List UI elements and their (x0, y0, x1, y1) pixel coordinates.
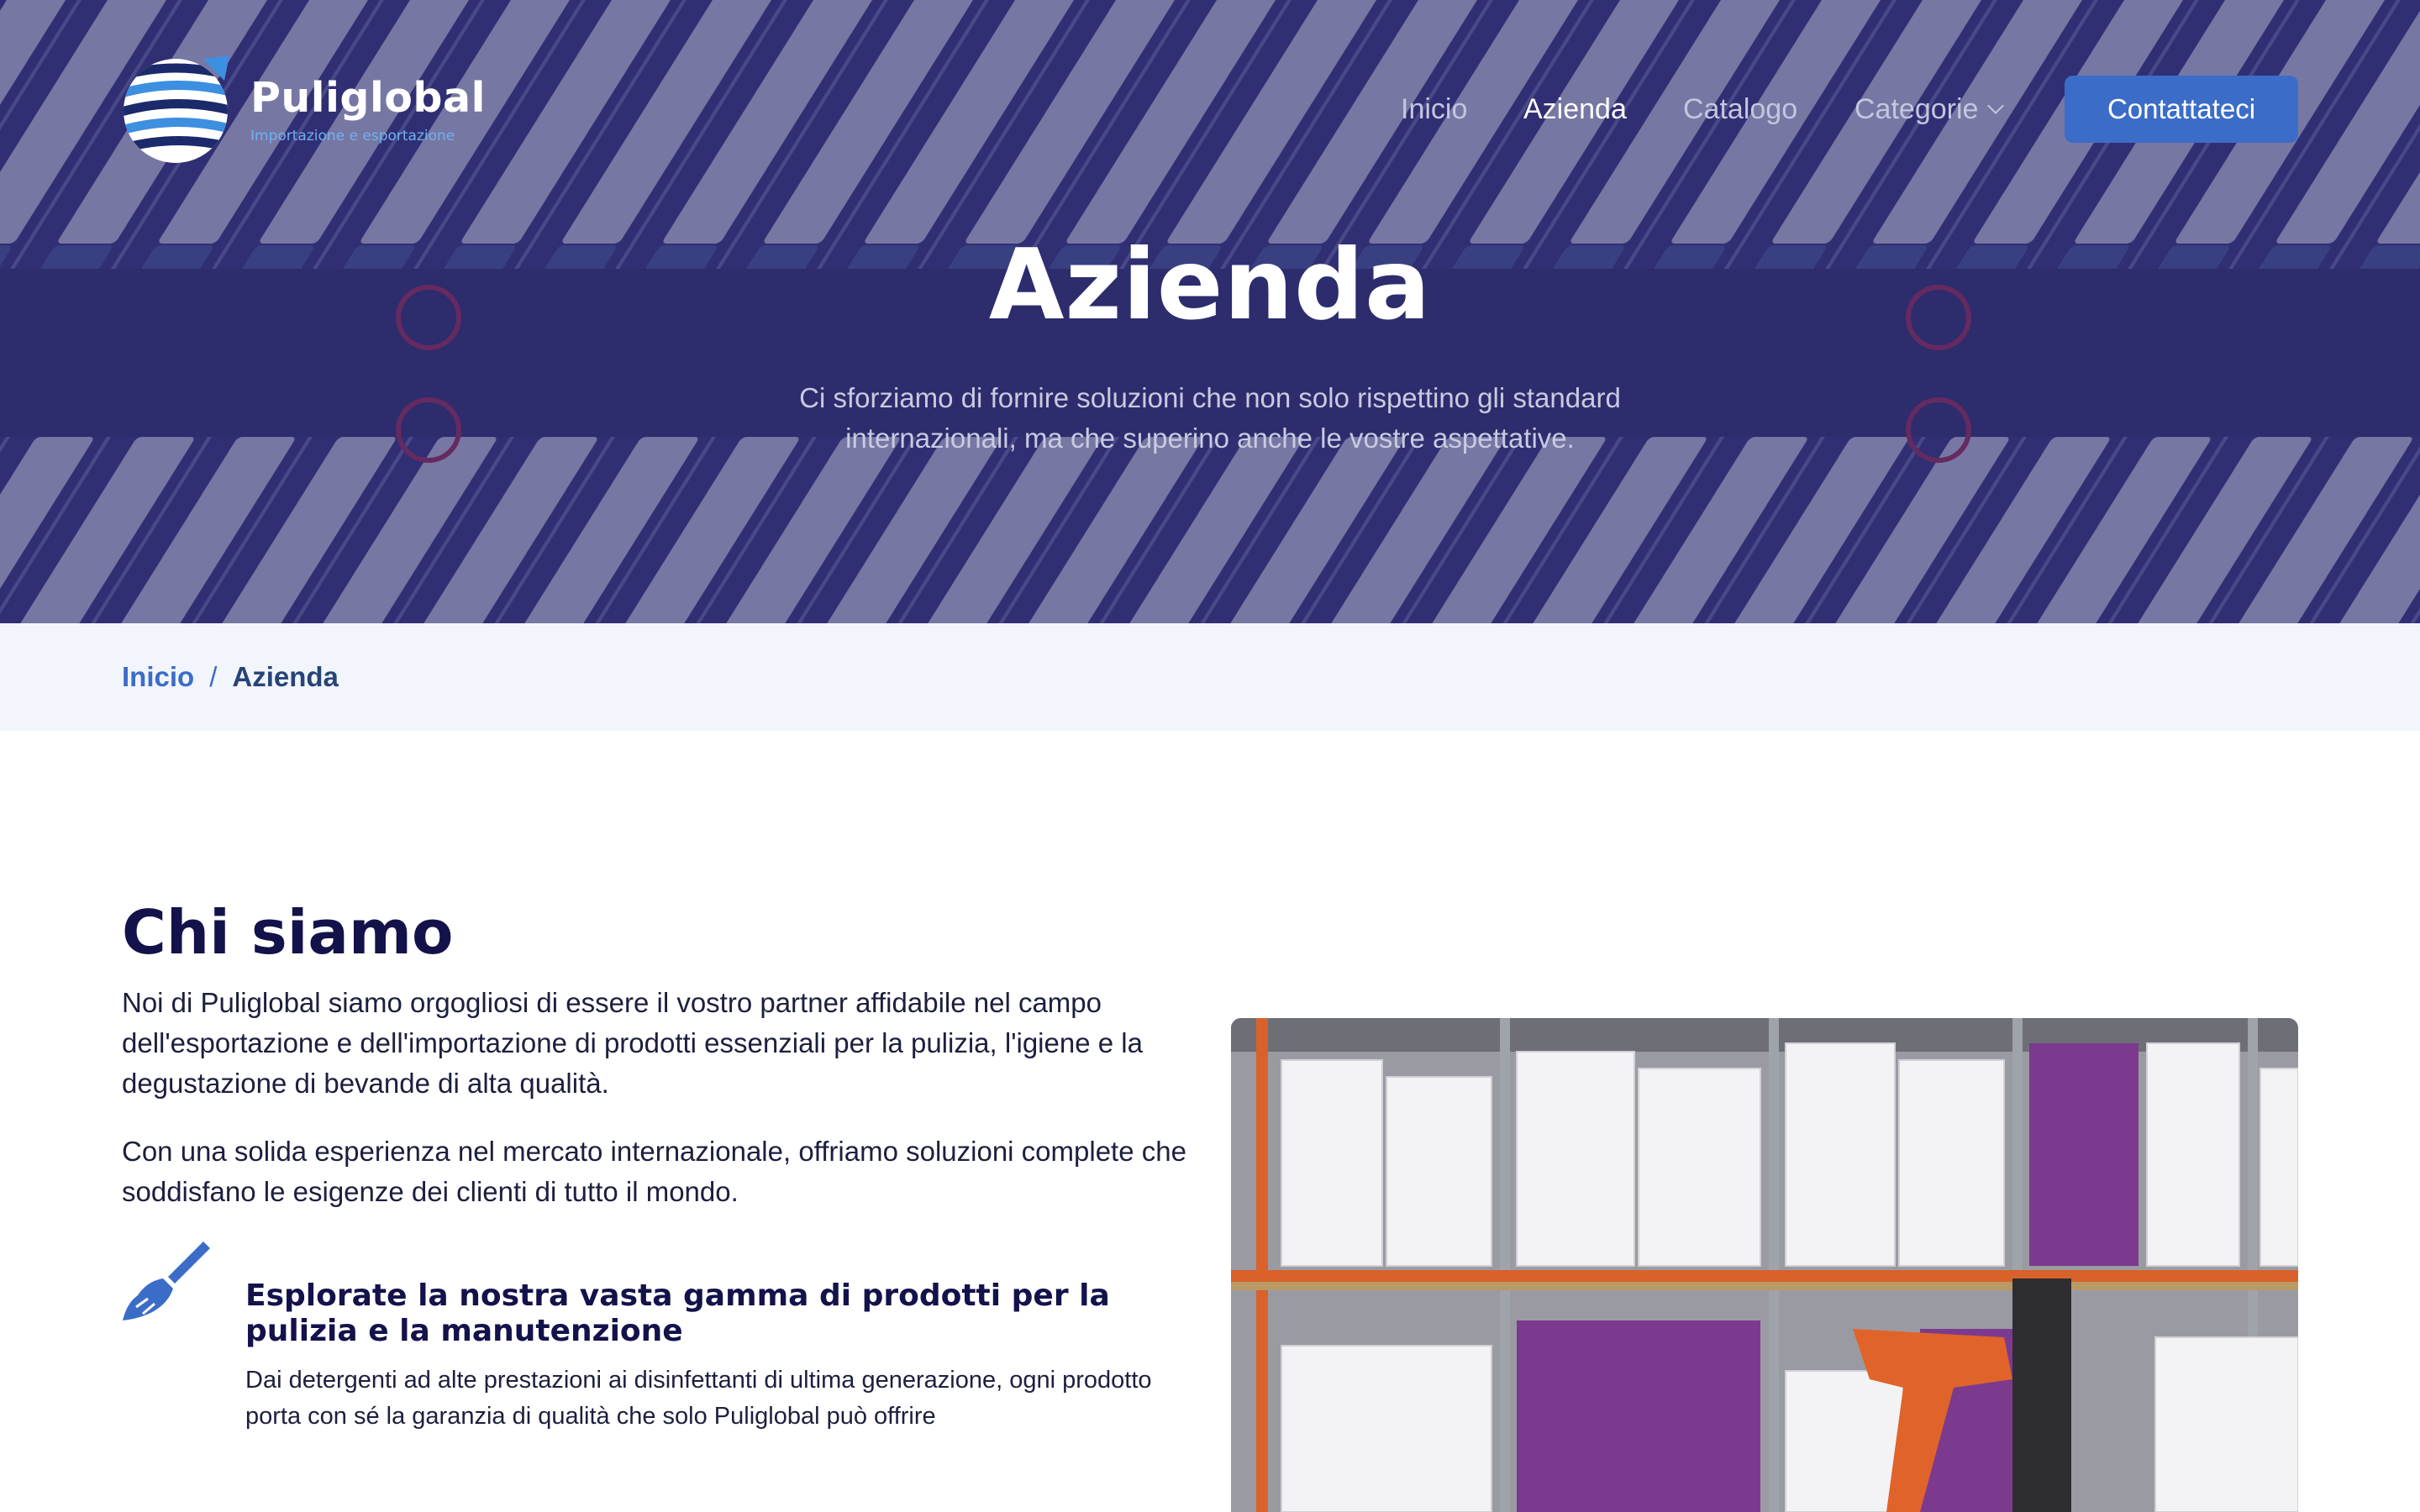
about-paragraph: Con una solida esperienza nel mercato in… (122, 1136, 1186, 1207)
breadcrumb-bar: Inicio / Azienda (0, 623, 2420, 731)
feature-description: Dai detergenti ad alte prestazioni ai di… (245, 1367, 1152, 1430)
breadcrumb-separator: / (209, 661, 218, 692)
nav-link-catalogo[interactable]: Catalogo (1683, 84, 1797, 134)
hero-subtitle: Ci sforziamo di fornire soluzioni che no… (799, 382, 1621, 454)
brand-name: Puliglobal (250, 74, 486, 122)
hero-section: Puliglobal Importazione e esportazione I… (0, 0, 2420, 623)
nav-link-inicio[interactable]: Inicio (1401, 84, 1467, 134)
nav-link-categorie[interactable]: Categorie (1854, 84, 2005, 134)
contact-button[interactable]: Contattateci (2065, 76, 2298, 143)
brand-tagline: Importazione e esportazione (250, 128, 455, 144)
feature-title: Esplorate la nostra vasta gamma di prodo… (245, 1278, 1110, 1348)
about-paragraph: Noi di Puliglobal siamo orgogliosi di es… (122, 987, 1143, 1099)
logo-link[interactable]: Puliglobal Importazione e esportazione (122, 52, 485, 170)
nav-link-azienda[interactable]: Azienda (1523, 84, 1627, 134)
section-title-chi-siamo: Chi siamo (122, 897, 454, 968)
page-title: Azienda (988, 228, 1432, 342)
breadcrumb-current: Azienda (232, 661, 339, 692)
broom-icon (123, 1242, 210, 1320)
breadcrumb: Inicio / Azienda (122, 657, 339, 697)
nav-categorie-label: Categorie (1854, 93, 1979, 125)
warehouse-image (1231, 1018, 2298, 1512)
globe-logo-icon (124, 55, 229, 163)
breadcrumb-home-link[interactable]: Inicio (122, 661, 194, 692)
navbar: Puliglobal Importazione e esportazione I… (0, 0, 2420, 218)
chevron-down-icon (1987, 97, 2005, 114)
